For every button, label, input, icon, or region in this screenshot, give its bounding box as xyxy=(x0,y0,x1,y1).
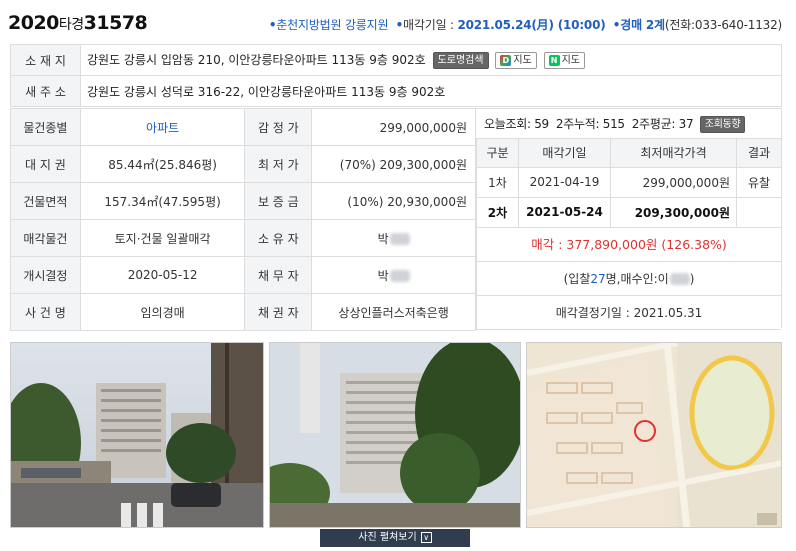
road-address: 강원도 강릉시 성덕로 316-22, 이안강릉타운아파트 113동 9층 90… xyxy=(80,75,782,107)
redacted-mask xyxy=(669,273,690,285)
photo-gallery xyxy=(10,342,782,528)
deposit-amount: (10%) 20,930,000원 xyxy=(311,182,476,220)
sale-object: 토지·건물 일괄매각 xyxy=(79,219,246,257)
rounds-table: 구분 매각기일 최저매각가격 결과 1차 2021-04-19 299,000,… xyxy=(476,139,781,228)
expand-photos-button[interactable]: 사진 펼쳐보기 ∨ xyxy=(320,529,470,547)
land-right-area: 85.44㎡(25.846평) xyxy=(79,145,246,183)
naver-map-icon: N xyxy=(548,55,560,66)
view-trend-button[interactable]: 조회동향 xyxy=(699,116,746,133)
today-views: 59 xyxy=(534,117,549,131)
two-week-views: 515 xyxy=(602,117,625,131)
creditor-name: 상상인플러스저축은행 xyxy=(311,293,476,331)
property-type-link[interactable]: 아파트 xyxy=(146,121,179,135)
address-table: 소 재 지 강원도 강릉시 입암동 210, 이안강릉타운아파트 113동 9층… xyxy=(10,44,782,107)
case-name: 임의경매 xyxy=(79,293,246,331)
avg-views: 37 xyxy=(678,117,694,131)
photo-street-view[interactable] xyxy=(10,342,264,528)
chevron-down-icon: ∨ xyxy=(420,531,432,543)
photo-building-view[interactable] xyxy=(269,342,521,528)
street-photo xyxy=(11,343,263,527)
debtor-name: 박 xyxy=(377,268,389,283)
case-info: •춘천지방법원 강릉지원 •매각기일 : 2021.05.24(月) (10:0… xyxy=(268,18,782,32)
court-name: 춘천지방법원 강릉지원 xyxy=(276,18,389,32)
daum-map-icon: D xyxy=(500,55,512,66)
lot-address: 강원도 강릉시 입암동 210, 이안강릉타운아파트 113동 9층 902호 xyxy=(87,53,426,67)
redacted-mask xyxy=(389,233,410,245)
table-row: 1차 2021-04-19 299,000,000원 유찰 xyxy=(476,167,781,198)
decision-date: 매각결정기일 : 2021.05.31 xyxy=(476,295,781,330)
redacted-mask xyxy=(389,270,410,282)
start-decision-date: 2020-05-12 xyxy=(79,256,246,294)
details-table: 물건종별 아파트 감 정 가 299,000,000원 대 지 권 85.44㎡… xyxy=(10,108,476,331)
auction-result-panel: 오늘조회: 59 2주누적: 515 2주평균: 37 조회동향 구분 매각기일… xyxy=(476,108,782,330)
bid-info: (입찰27명,매수인:이) xyxy=(476,261,781,296)
daum-map-button[interactable]: D 지도 xyxy=(495,52,537,69)
sale-price: 377,890,000원 xyxy=(566,236,658,252)
sale-date: 2021.05.24(月) (10:00) xyxy=(457,18,606,32)
naver-map-button[interactable]: N 지도 xyxy=(543,52,586,69)
sale-percent: (126.38%) xyxy=(661,236,727,252)
appraisal-value: 299,000,000원 xyxy=(311,108,476,146)
auction-dept: 경매 2계 xyxy=(620,18,665,32)
location-map xyxy=(527,343,781,527)
building-photo xyxy=(270,343,520,527)
case-header: 2020타경31578 •춘천지방법원 강릉지원 •매각기일 : 2021.05… xyxy=(8,12,788,38)
table-row: 2차 2021-05-24 209,300,000원 xyxy=(476,197,781,228)
bid-count: 27 xyxy=(590,271,606,286)
sale-result: 매각 : 377,890,000원 (126.38%) xyxy=(476,227,781,262)
building-area: 157.34㎡(47.595평) xyxy=(79,182,246,220)
view-stats: 오늘조회: 59 2주누적: 515 2주평균: 37 조회동향 xyxy=(476,109,781,139)
road-search-button[interactable]: 도로명검색 xyxy=(432,52,489,69)
dept-phone: (전화:033-640-1132) xyxy=(664,18,782,32)
minimum-price: (70%) 209,300,000원 xyxy=(311,145,476,183)
photo-map-view[interactable] xyxy=(526,342,782,528)
owner-name: 박 xyxy=(377,231,389,246)
case-number: 2020타경31578 xyxy=(8,12,148,34)
